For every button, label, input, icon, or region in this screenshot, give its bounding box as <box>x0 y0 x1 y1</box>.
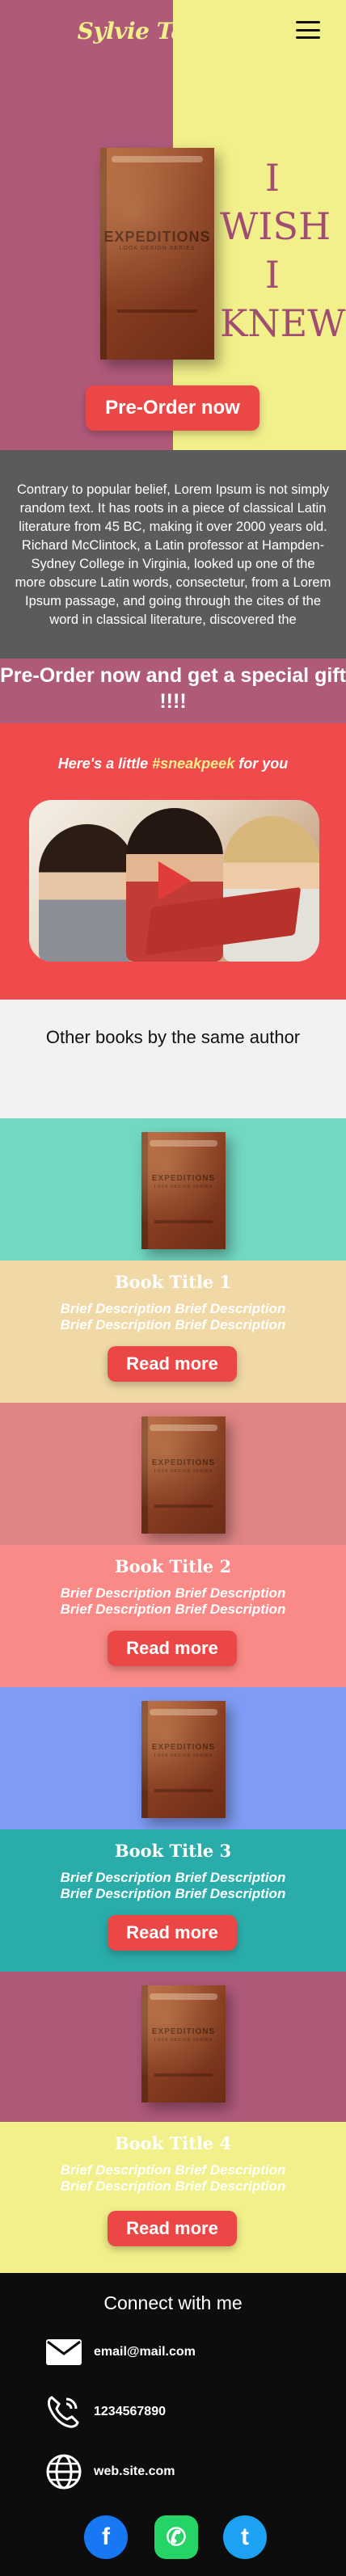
book-card-4-cover-area: EXPEDITIONS LOOK DESIGN SERIES <box>0 1972 346 2122</box>
cover-publisher-bar <box>150 1709 217 1716</box>
sneak-hashtag: #sneakpeek <box>152 756 235 772</box>
book-cover[interactable]: EXPEDITIONS LOOK DESIGN SERIES <box>141 1132 226 1249</box>
about-text: Contrary to popular belief, Lorem Ipsum … <box>15 482 331 627</box>
hamburger-menu-icon[interactable] <box>296 21 320 39</box>
book-description-line: Brief Description Brief Description <box>60 1870 286 1885</box>
phone-contact[interactable]: 1234567890 <box>45 2394 166 2430</box>
other-books-header: Other books by the same author <box>0 1000 346 1118</box>
play-icon[interactable] <box>158 861 191 900</box>
book-card-2-cover-area: EXPEDITIONS LOOK DESIGN SERIES <box>0 1403 346 1545</box>
cover-publisher-bar <box>150 1993 217 2001</box>
gift-section: Pre-Order now and get a special gift !!!… <box>0 659 346 1000</box>
cover-title: EXPEDITIONS <box>151 1458 216 1468</box>
cover-subtitle: LOOK DESIGN SERIES <box>154 1185 213 1190</box>
sneak-peek-video[interactable] <box>29 800 319 962</box>
menu-bar <box>296 21 320 23</box>
hero-section: Sylvie Tamanda EXPEDITIONS LOOK DESIGN S… <box>0 0 346 450</box>
hero-book-cover: EXPEDITIONS LOOK DESIGN SERIES <box>100 148 214 360</box>
page: Sylvie Tamanda EXPEDITIONS LOOK DESIGN S… <box>0 0 346 2576</box>
cover-publisher-bar <box>112 156 203 163</box>
book-cover[interactable]: EXPEDITIONS LOOK DESIGN SERIES <box>141 1416 226 1534</box>
email-text: email@mail.com <box>94 2345 196 2359</box>
sneak-suffix: for you <box>234 756 289 772</box>
book-description: Brief Description Brief Description Brie… <box>0 1870 346 1902</box>
cover-title: EXPEDITIONS <box>151 1743 216 1753</box>
book-description-line: Brief Description Brief Description <box>60 1602 286 1617</box>
cover-subtitle: LOOK DESIGN SERIES <box>119 245 196 251</box>
book-title: Book Title 3 <box>114 1841 232 1861</box>
cover-divider <box>154 1220 213 1224</box>
book-description: Brief Description Brief Description Brie… <box>0 1585 346 1618</box>
book-title: Book Title 1 <box>114 1272 232 1292</box>
phone-text: 1234567890 <box>94 2405 166 2418</box>
menu-bar <box>296 36 320 39</box>
read-more-button[interactable]: Read more <box>108 1346 237 1382</box>
book-description-line: Brief Description Brief Description <box>60 1886 286 1901</box>
cover-divider <box>154 2073 213 2077</box>
book-card-3-cover-area: EXPEDITIONS LOOK DESIGN SERIES <box>0 1687 346 1829</box>
facebook-icon[interactable]: f <box>84 2515 128 2559</box>
hero-title-line: WISH <box>220 204 331 248</box>
cover-divider <box>117 309 197 314</box>
website-text: web.site.com <box>94 2464 175 2478</box>
sneak-prefix: Here's a little <box>57 756 153 772</box>
book-title: Book Title 4 <box>114 2133 232 2153</box>
twitter-icon[interactable]: t <box>223 2515 267 2559</box>
read-more-button[interactable]: Read more <box>108 1915 237 1951</box>
book-card-1-cover-area: EXPEDITIONS LOOK DESIGN SERIES <box>0 1118 346 1261</box>
cover-publisher-bar <box>150 1425 217 1432</box>
book-card-4-info: Book Title 4 Brief Description Brief Des… <box>0 2122 346 2273</box>
cover-divider <box>154 1789 213 1793</box>
sneak-peek-caption: Here's a little #sneakpeek for you <box>0 756 346 772</box>
book-description: Brief Description Brief Description Brie… <box>0 2162 346 2195</box>
cover-subtitle: LOOK DESIGN SERIES <box>154 2038 213 2044</box>
menu-bar <box>296 28 320 32</box>
hero-title-line: I <box>264 156 281 200</box>
other-books-heading: Other books by the same author <box>45 1027 301 1047</box>
read-more-button[interactable]: Read more <box>108 1631 237 1666</box>
footer-heading: Connect with me <box>103 2292 243 2313</box>
pre-order-button[interactable]: Pre-Order now <box>86 385 260 431</box>
cover-subtitle: LOOK DESIGN SERIES <box>154 1469 213 1475</box>
book-description-line: Brief Description Brief Description <box>60 1585 286 1601</box>
mail-icon <box>45 2334 87 2370</box>
globe-icon <box>45 2454 87 2490</box>
cover-title: EXPEDITIONS <box>151 2027 216 2037</box>
gift-heading: Pre-Order now and get a special gift !!!… <box>0 659 346 723</box>
footer: Connect with me email@mail.com 123456789… <box>0 2273 346 2576</box>
video-person <box>39 824 136 962</box>
about-section: Contrary to popular belief, Lorem Ipsum … <box>0 450 346 659</box>
cover-title: EXPEDITIONS <box>103 228 211 245</box>
book-card-3-info: Book Title 3 Brief Description Brief Des… <box>0 1829 346 1972</box>
email-contact[interactable]: email@mail.com <box>45 2334 196 2370</box>
book-description-line: Brief Description Brief Description <box>60 1317 286 1332</box>
whatsapp-icon[interactable]: ✆ <box>154 2515 198 2559</box>
read-more-button[interactable]: Read more <box>108 2211 237 2246</box>
book-description: Brief Description Brief Description Brie… <box>0 1301 346 1333</box>
book-cover[interactable]: EXPEDITIONS LOOK DESIGN SERIES <box>141 1985 226 2102</box>
book-description-line: Brief Description Brief Description <box>60 2178 286 2194</box>
cover-divider <box>154 1505 213 1509</box>
website-contact[interactable]: web.site.com <box>45 2454 175 2490</box>
hero-title-line: I <box>264 253 281 297</box>
hero-title: I WISH I KNEW <box>220 154 346 347</box>
cover-subtitle: LOOK DESIGN SERIES <box>154 1753 213 1759</box>
book-cover[interactable]: EXPEDITIONS LOOK DESIGN SERIES <box>141 1701 226 1818</box>
book-card-2-info: Book Title 2 Brief Description Brief Des… <box>0 1545 346 1687</box>
book-description-line: Brief Description Brief Description <box>60 2162 286 2178</box>
book-description-line: Brief Description Brief Description <box>60 1301 286 1316</box>
cover-title: EXPEDITIONS <box>151 1174 216 1184</box>
cover-publisher-bar <box>150 1140 217 1147</box>
book-title: Book Title 2 <box>114 1556 232 1576</box>
brand-logo[interactable]: Sylvie Tamanda <box>0 18 346 44</box>
hero-title-line: KNEW <box>220 301 346 345</box>
book-card-1-info: Book Title 1 Brief Description Brief Des… <box>0 1261 346 1403</box>
phone-icon <box>45 2394 87 2430</box>
